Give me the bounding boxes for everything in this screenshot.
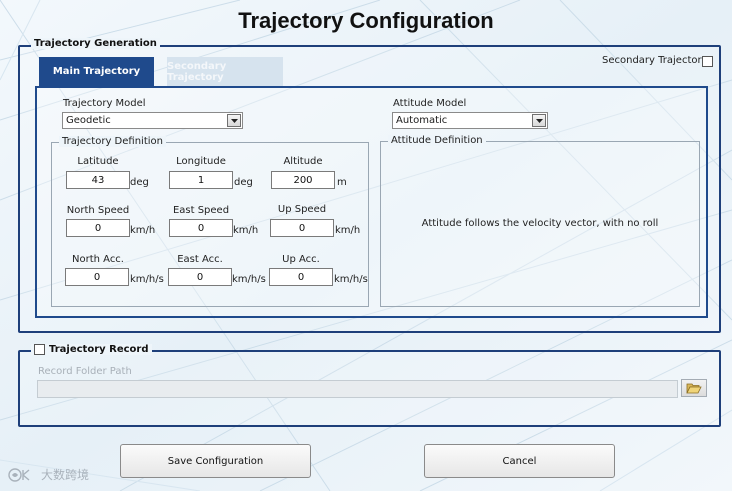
attitude-model-value: Automatic <box>396 115 448 126</box>
east-speed-unit: km/h <box>233 225 259 236</box>
trajectory-generation-legend: Trajectory Generation <box>31 38 160 49</box>
trajectory-record-label: Trajectory Record <box>49 344 149 355</box>
longitude-unit: deg <box>234 177 253 188</box>
attitude-definition-message: Attitude follows the velocity vector, wi… <box>421 218 659 229</box>
page-title: Trajectory Configuration <box>238 8 494 33</box>
tab-main-trajectory[interactable]: Main Trajectory <box>39 57 154 86</box>
east-speed-input[interactable] <box>169 219 233 237</box>
cancel-button[interactable]: Cancel <box>424 444 615 478</box>
north-speed-label: North Speed <box>66 205 130 216</box>
longitude-label: Longitude <box>176 156 226 167</box>
browse-folder-button[interactable] <box>681 379 707 397</box>
east-speed-label: East Speed <box>172 205 230 216</box>
north-speed-unit: km/h <box>130 225 156 236</box>
logo-icon <box>8 467 30 482</box>
north-speed-input[interactable] <box>66 219 130 237</box>
north-acc-unit: km/h/s <box>130 274 164 285</box>
altitude-input[interactable] <box>271 171 335 189</box>
trajectory-model-label: Trajectory Model <box>63 98 146 109</box>
latitude-input[interactable] <box>66 171 130 189</box>
record-folder-input[interactable] <box>37 380 678 398</box>
east-acc-input[interactable] <box>168 268 232 286</box>
chevron-down-icon[interactable] <box>532 114 546 127</box>
attitude-model-select[interactable]: Automatic <box>392 112 548 129</box>
up-acc-input[interactable] <box>269 268 333 286</box>
latitude-label: Latitude <box>77 156 119 167</box>
up-speed-input[interactable] <box>270 219 334 237</box>
trajectory-model-select[interactable]: Geodetic <box>62 112 243 129</box>
altitude-unit: m <box>337 177 347 188</box>
north-acc-label: North Acc. <box>72 254 124 265</box>
trajectory-record-checkbox[interactable] <box>34 344 45 355</box>
tab-secondary-trajectory[interactable]: Secondary Trajectory <box>167 57 283 86</box>
up-acc-label: Up Acc. <box>282 254 320 265</box>
latitude-unit: deg <box>130 177 149 188</box>
watermark-text: 大数跨境 <box>41 468 90 482</box>
chevron-down-icon[interactable] <box>227 114 241 127</box>
watermark: 大数跨境 <box>7 466 89 483</box>
trajectory-model-value: Geodetic <box>66 115 111 126</box>
trajectory-record-legend-box: Trajectory Record <box>31 344 152 355</box>
up-acc-unit: km/h/s <box>334 274 368 285</box>
secondary-trajectory-label: Secondary Trajectory? <box>602 55 713 66</box>
east-acc-label: East Acc. <box>177 254 223 265</box>
attitude-model-label: Attitude Model <box>393 98 467 109</box>
record-folder-label: Record Folder Path <box>38 366 132 377</box>
up-speed-unit: km/h <box>335 225 361 236</box>
longitude-input[interactable] <box>169 171 233 189</box>
attitude-definition-legend: Attitude Definition <box>388 135 486 146</box>
altitude-label: Altitude <box>283 156 323 167</box>
folder-open-icon <box>686 383 702 394</box>
up-speed-label: Up Speed <box>277 204 327 215</box>
trajectory-definition-legend: Trajectory Definition <box>59 136 166 147</box>
save-configuration-button[interactable]: Save Configuration <box>120 444 311 478</box>
secondary-trajectory-checkbox[interactable] <box>702 56 713 67</box>
east-acc-unit: km/h/s <box>232 274 266 285</box>
north-acc-input[interactable] <box>65 268 129 286</box>
